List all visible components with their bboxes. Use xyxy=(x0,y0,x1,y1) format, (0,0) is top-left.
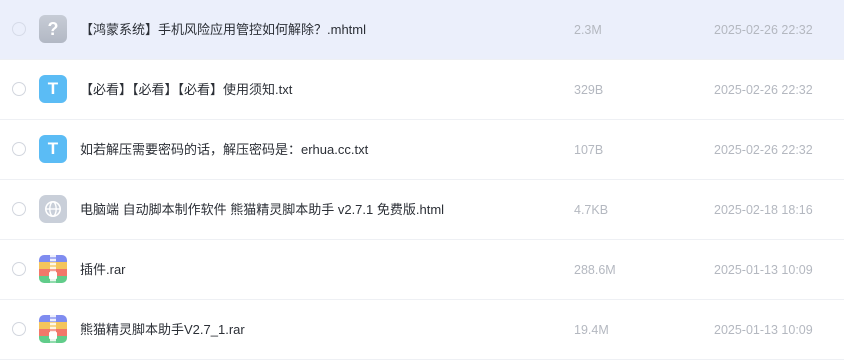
row-checkbox[interactable] xyxy=(12,322,26,336)
text-file-icon: T xyxy=(39,135,67,163)
file-size: 107B xyxy=(574,143,604,157)
archive-file-icon xyxy=(39,315,67,343)
file-row[interactable]: ? 【鸿蒙系统】手机风险应用管控如何解除？.mhtml 2.3M 2025-02… xyxy=(0,0,844,60)
file-name[interactable]: 【必看】【必看】【必看】使用须知.txt xyxy=(80,80,292,100)
globe-icon xyxy=(45,201,61,217)
file-size: 2.3M xyxy=(574,23,602,37)
archive-file-icon xyxy=(39,255,67,283)
file-size: 4.7KB xyxy=(574,203,609,217)
file-row[interactable]: 熊猫精灵脚本助手V2.7_1.rar 19.4M 2025-01-13 10:0… xyxy=(0,300,844,360)
file-date: 2025-01-13 10:09 xyxy=(714,323,813,337)
file-name[interactable]: 熊猫精灵脚本助手V2.7_1.rar xyxy=(80,320,245,340)
row-checkbox[interactable] xyxy=(12,262,26,276)
file-date: 2025-02-26 22:32 xyxy=(714,23,813,37)
file-name[interactable]: 【鸿蒙系统】手机风险应用管控如何解除？.mhtml xyxy=(80,20,366,40)
unknown-file-icon: ? xyxy=(39,15,67,43)
file-name[interactable]: 插件.rar xyxy=(80,260,126,280)
file-row[interactable]: 电脑端 自动脚本制作软件 熊猫精灵脚本助手 v2.7.1 免费版.html 4.… xyxy=(0,180,844,240)
text-file-icon: T xyxy=(39,75,67,103)
file-size: 19.4M xyxy=(574,323,609,337)
row-checkbox[interactable] xyxy=(12,82,26,96)
row-checkbox[interactable] xyxy=(12,142,26,156)
file-name[interactable]: 电脑端 自动脚本制作软件 熊猫精灵脚本助手 v2.7.1 免费版.html xyxy=(80,200,444,220)
file-row[interactable]: T 【必看】【必看】【必看】使用须知.txt 329B 2025-02-26 2… xyxy=(0,60,844,120)
file-date: 2025-02-26 22:32 xyxy=(714,143,813,157)
file-date: 2025-02-18 18:16 xyxy=(714,203,813,217)
file-row[interactable]: T 如若解压需要密码的话，解压密码是：erhua.cc.txt 107B 202… xyxy=(0,120,844,180)
file-size: 329B xyxy=(574,83,604,97)
web-file-icon xyxy=(39,195,67,223)
row-checkbox[interactable] xyxy=(12,202,26,216)
file-size: 288.6M xyxy=(574,263,616,277)
file-list: ? 【鸿蒙系统】手机风险应用管控如何解除？.mhtml 2.3M 2025-02… xyxy=(0,0,844,360)
file-date: 2025-01-13 10:09 xyxy=(714,263,813,277)
row-checkbox[interactable] xyxy=(12,22,26,36)
file-name[interactable]: 如若解压需要密码的话，解压密码是：erhua.cc.txt xyxy=(80,140,368,160)
file-row[interactable]: 插件.rar 288.6M 2025-01-13 10:09 xyxy=(0,240,844,300)
file-date: 2025-02-26 22:32 xyxy=(714,83,813,97)
